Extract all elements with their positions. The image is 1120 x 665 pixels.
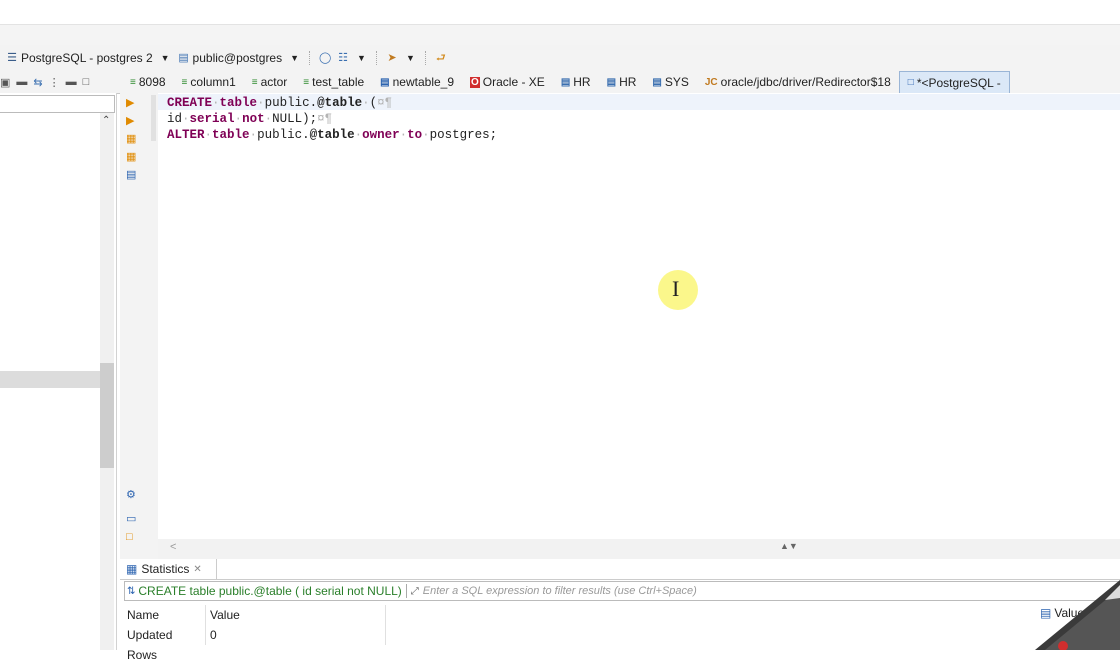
minimize-icon[interactable]: ▬ <box>66 76 77 88</box>
toolbar-separator <box>424 51 427 65</box>
scrollbar-thumb[interactable] <box>100 363 114 468</box>
close-icon[interactable]: ✕ <box>193 564 201 575</box>
tab-newtable-9[interactable]: ▤ newtable_9 <box>372 71 462 93</box>
tab-oracle-xe[interactable]: O Oracle - XE <box>462 71 553 93</box>
sql-query-icon: ⇅ <box>127 585 136 597</box>
schema-label: public@postgres <box>192 51 283 65</box>
schema-icon: ▤ <box>606 76 617 88</box>
tab-8098[interactable]: ≡ 8098 <box>122 71 174 93</box>
filter-icon[interactable]: ▬ <box>16 76 27 88</box>
sql-icon: ≡ <box>130 76 136 88</box>
column-header-value[interactable]: Value <box>206 605 386 625</box>
chevron-up-icon[interactable]: ⌃ <box>102 115 110 126</box>
text-cursor-icon: I <box>672 276 680 301</box>
code-line-1: CREATE·table·public.@table·(¤¶ <box>167 96 393 110</box>
new-script-icon[interactable]: □ <box>126 531 138 543</box>
explain-plan-icon[interactable]: ▤ <box>126 169 138 181</box>
link-icon[interactable]: ⇆ <box>33 76 42 89</box>
database-navigator: ⌃ <box>0 93 117 650</box>
tab-actor[interactable]: ≡ actor <box>244 71 296 93</box>
row-value: 0 <box>206 625 386 645</box>
divider <box>405 584 407 598</box>
expand-panel-icon[interactable]: ▲▼ <box>780 541 798 551</box>
editor-action-bar: ▶ ▶ ▦ ▦ ▤ ⚙ ▭ □ <box>120 93 142 559</box>
tab-hr[interactable]: ▤ HR <box>553 71 599 93</box>
sql-icon: ≡ <box>181 76 188 88</box>
menu-band <box>0 25 1120 45</box>
expand-icon[interactable]: ⤢ <box>411 586 419 597</box>
statistics-grid: Name Value Updated Rows 0 <box>124 605 1120 662</box>
schema-icon: ▤ <box>652 76 662 88</box>
table-icon: ▤ <box>380 76 390 88</box>
title-area <box>0 0 1120 25</box>
export-icon[interactable]: ▭ <box>126 513 138 525</box>
tab-hr-2[interactable]: ▤ HR <box>599 71 645 93</box>
toolbar-separator <box>375 51 378 65</box>
query-filter-bar: ⇅ CREATE table public.@table ( id serial… <box>124 581 1120 601</box>
sql-code[interactable]: CREATE·table·public.@table·(¤¶ id·serial… <box>167 95 497 143</box>
sql-icon: ≡ <box>303 76 310 88</box>
chevron-down-icon[interactable]: ▼ <box>406 53 415 63</box>
selected-tree-item[interactable] <box>0 371 100 388</box>
chevron-down-icon[interactable]: ▼ <box>161 53 170 63</box>
java-class-icon: JC <box>704 76 718 88</box>
page-curl-overlay <box>1035 580 1120 650</box>
tab-postgresql-editor[interactable]: □ *<PostgreSQL - <box>898 71 1010 93</box>
schema-icon: ▤ <box>178 52 189 64</box>
connection-selector[interactable]: ☰ PostgreSQL - postgres 2 <box>6 51 153 65</box>
execute-statement-icon[interactable]: ▶ <box>126 97 138 109</box>
navigator-scrollbar[interactable] <box>100 113 114 650</box>
tab-sys[interactable]: ▤ SYS <box>644 71 696 93</box>
grid-icon: ▦ <box>126 562 138 576</box>
tab-redirector[interactable]: JC oracle/jdbc/driver/Redirector$18 <box>697 71 899 93</box>
chevron-down-icon[interactable]: ▼ <box>290 53 299 63</box>
navigator-filter-input[interactable] <box>0 95 115 113</box>
editor-gutter <box>142 93 158 559</box>
main-toolbar: ☰ PostgreSQL - postgres 2 ▼ ▤ public@pos… <box>0 45 1120 71</box>
row-name: Updated Rows <box>124 625 206 662</box>
chevron-down-icon[interactable]: ▼ <box>357 53 366 63</box>
results-panel: ▦ Statistics ✕ ⇅ CREATE table public.@ta… <box>120 559 1120 662</box>
change-marker <box>151 95 156 141</box>
editor-horizontal-scrollbar[interactable]: < ▲▼ <box>158 539 1120 559</box>
tab-statistics[interactable]: ▦ Statistics ✕ <box>120 559 217 580</box>
execute-new-tab-icon[interactable]: ▶ <box>126 115 138 127</box>
filter-input[interactable]: Enter a SQL expression to filter results… <box>423 585 697 597</box>
settings-gear-icon[interactable]: ⚙ <box>126 489 138 501</box>
table-row[interactable]: Updated Rows 0 <box>124 625 1120 662</box>
code-line-3: ALTER·table·public.@table·owner·to·postg… <box>167 128 498 142</box>
tab-test-table[interactable]: ≡ test_table <box>295 71 372 93</box>
toolbar-separator <box>309 51 311 65</box>
transaction-icon[interactable]: ◯ <box>319 52 331 64</box>
tab-column1[interactable]: ≡ column1 <box>174 71 244 93</box>
rocket-icon[interactable]: ➤ <box>386 52 398 64</box>
sql-editor[interactable]: CREATE·table·public.@table·(¤¶ id·serial… <box>158 93 1120 539</box>
scroll-left-icon[interactable]: < <box>170 541 176 553</box>
menu-icon[interactable]: ⋮ <box>49 76 60 89</box>
grid-header: Name Value <box>124 605 1120 625</box>
column-header-name[interactable]: Name <box>124 605 206 625</box>
sql-editor-icon: □ <box>907 77 914 88</box>
connection-label: PostgreSQL - postgres 2 <box>21 51 153 65</box>
oracle-icon: O <box>470 76 480 88</box>
collapse-icon[interactable]: ▣ <box>0 76 10 89</box>
schema-icon: ▤ <box>560 76 571 88</box>
navigator-toolbar: ▣ ▬ ⇆ ⋮ ▬ □ <box>0 71 118 93</box>
divider <box>120 579 1120 580</box>
commit-mode-icon[interactable]: ☷ <box>337 52 349 64</box>
database-icon: ☰ <box>7 52 17 64</box>
query-text: CREATE table public.@table ( id serial n… <box>138 584 402 598</box>
schema-selector[interactable]: ▤ public@postgres <box>178 51 283 65</box>
editor-tab-row: ▣ ▬ ⇆ ⋮ ▬ □ ≡ 8098 ≡ column1 ≡ actor ≡ test_… <box>0 71 1120 94</box>
execute-script-icon[interactable]: ▦ <box>126 133 138 145</box>
code-line-2: id·serial·not·NULL);¤¶ <box>167 112 333 126</box>
sql-icon: ≡ <box>251 76 258 88</box>
back-arrow-icon[interactable]: ⮐ <box>435 52 447 64</box>
maximize-icon[interactable]: □ <box>83 76 90 88</box>
editor-tabs: ≡ 8098 ≡ column1 ≡ actor ≡ test_table ▤ newta… <box>122 71 1010 93</box>
execute-script-new-tab-icon[interactable]: ▦ <box>126 151 138 163</box>
